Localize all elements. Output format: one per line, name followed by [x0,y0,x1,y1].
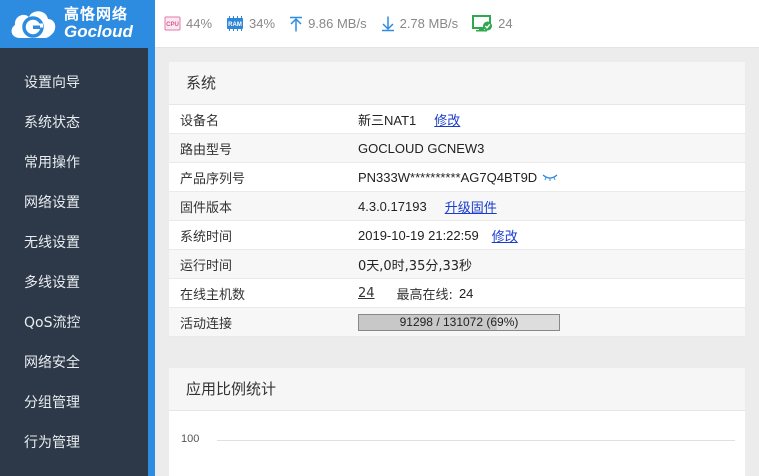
device-name-label: 设备名 [180,113,220,129]
system-info-table: 设备名 新三NAT1 修改 路由型号 GOCLOUD GCNEW3 产品序列号 … [169,105,745,337]
table-row: 产品序列号 PN333W**********AG7Q4BT9D [169,163,745,192]
sidebar-item-network-settings[interactable]: 网络设置 [0,183,148,223]
sidebar-item-wireless-settings[interactable]: 无线设置 [0,223,148,263]
upload-stat: 9.86 MB/s [289,16,367,32]
sidebar-item-system-status[interactable]: 系统状态 [0,103,148,143]
chart-gridline [217,440,735,441]
sidebar-item-multi-line-settings[interactable]: 多线设置 [0,263,148,303]
firmware-label: 固件版本 [180,200,233,216]
system-panel-title: 系统 [169,62,745,105]
download-arrow-icon [381,16,395,32]
connections-progress-text: 91298 / 131072 (69%) [399,314,519,329]
cpu-stat: CPU 44% [164,16,212,31]
brand-name-cn: 高恪网络 [64,5,129,24]
monitor-check-icon [472,15,493,32]
sidebar-item-behavior-management[interactable]: 行为管理 [0,423,148,463]
brand-name-en: Gocloud [64,21,133,41]
table-row: 路由型号 GOCLOUD GCNEW3 [169,134,745,163]
app-stats-panel: 应用比例统计 100 [169,368,745,476]
online-hosts-stat[interactable]: 24 [472,15,513,32]
svg-text:RAM: RAM [228,22,242,28]
online-hosts-label: 在线主机数 [180,287,246,303]
sidebar-accent-strip [148,48,155,476]
cloud-logo-icon [8,4,58,44]
device-name-value: 新三NAT1 [358,112,417,128]
uptime-value: 0天,0时,35分,33秒 [358,258,473,274]
table-row: 固件版本 4.3.0.17193 升级固件 [169,192,745,221]
sidebar-item-qos[interactable]: QoS流控 [0,303,148,343]
table-row: 在线主机数 24 最高在线: 24 [169,279,745,308]
edit-device-name-link[interactable]: 修改 [434,110,460,129]
uptime-label: 运行时间 [180,258,233,274]
sidebar-item-setup-wizard[interactable]: 设置向导 [0,63,148,103]
app-stats-panel-title: 应用比例统计 [169,368,745,411]
app-stats-chart: 100 [169,411,745,476]
ram-usage-value: 34% [249,16,276,31]
max-online-value: 24 [458,285,474,301]
system-time-label: 系统时间 [180,229,233,245]
model-label: 路由型号 [180,142,233,158]
connections-progress-bar: 91298 / 131072 (69%) [358,313,560,331]
sidebar-item-group-management[interactable]: 分组管理 [0,383,148,423]
eye-closed-icon[interactable] [542,173,558,181]
max-online-label: 最高在线: [396,287,453,303]
edit-time-link[interactable]: 修改 [492,226,518,245]
upload-arrow-icon [289,16,303,32]
sidebar-item-common-operations[interactable]: 常用操作 [0,143,148,183]
serial-value: PN333W**********AG7Q4BT9D [358,169,538,185]
status-bar: CPU 44% RAM 34% 9.86 MB/s 2.78 MB/s 24 [155,0,759,48]
table-row: 运行时间 0天,0时,35分,33秒 [169,250,745,279]
cpu-usage-value: 44% [186,16,213,31]
active-connections-label: 活动连接 [180,316,233,332]
download-speed-value: 2.78 MB/s [399,16,459,31]
download-stat: 2.78 MB/s [381,16,459,32]
sidebar: 设置向导 系统状态 常用操作 网络设置 无线设置 多线设置 QoS流控 网络安全… [0,48,148,476]
cpu-icon: CPU [164,16,181,31]
table-row: 活动连接 91298 / 131072 (69%) [169,308,745,337]
sidebar-item-network-security[interactable]: 网络安全 [0,343,148,383]
system-time-value: 2019-10-19 21:22:59 [358,227,479,243]
serial-label: 产品序列号 [180,171,246,187]
model-value: GOCLOUD GCNEW3 [358,140,485,156]
online-hosts-value: 24 [498,16,513,31]
upload-speed-value: 9.86 MB/s [308,16,367,31]
table-row: 系统时间 2019-10-19 21:22:59 修改 [169,221,745,250]
brand-name: 高恪网络 Gocloud [64,5,133,41]
brand-logo[interactable]: 高恪网络 Gocloud [0,0,155,48]
main-content: 系统 设备名 新三NAT1 修改 路由型号 GOCLOUD GCNEW3 产品序… [155,48,759,476]
ram-stat: RAM 34% [226,16,275,31]
upgrade-firmware-link[interactable]: 升级固件 [445,197,497,216]
online-hosts-link[interactable]: 24 [358,286,375,301]
firmware-value: 4.3.0.17193 [358,198,427,214]
system-panel: 系统 设备名 新三NAT1 修改 路由型号 GOCLOUD GCNEW3 产品序… [169,62,745,337]
svg-text:CPU: CPU [166,22,179,28]
table-row: 设备名 新三NAT1 修改 [169,105,745,134]
chart-y-tick: 100 [181,433,200,445]
ram-icon: RAM [226,16,244,31]
